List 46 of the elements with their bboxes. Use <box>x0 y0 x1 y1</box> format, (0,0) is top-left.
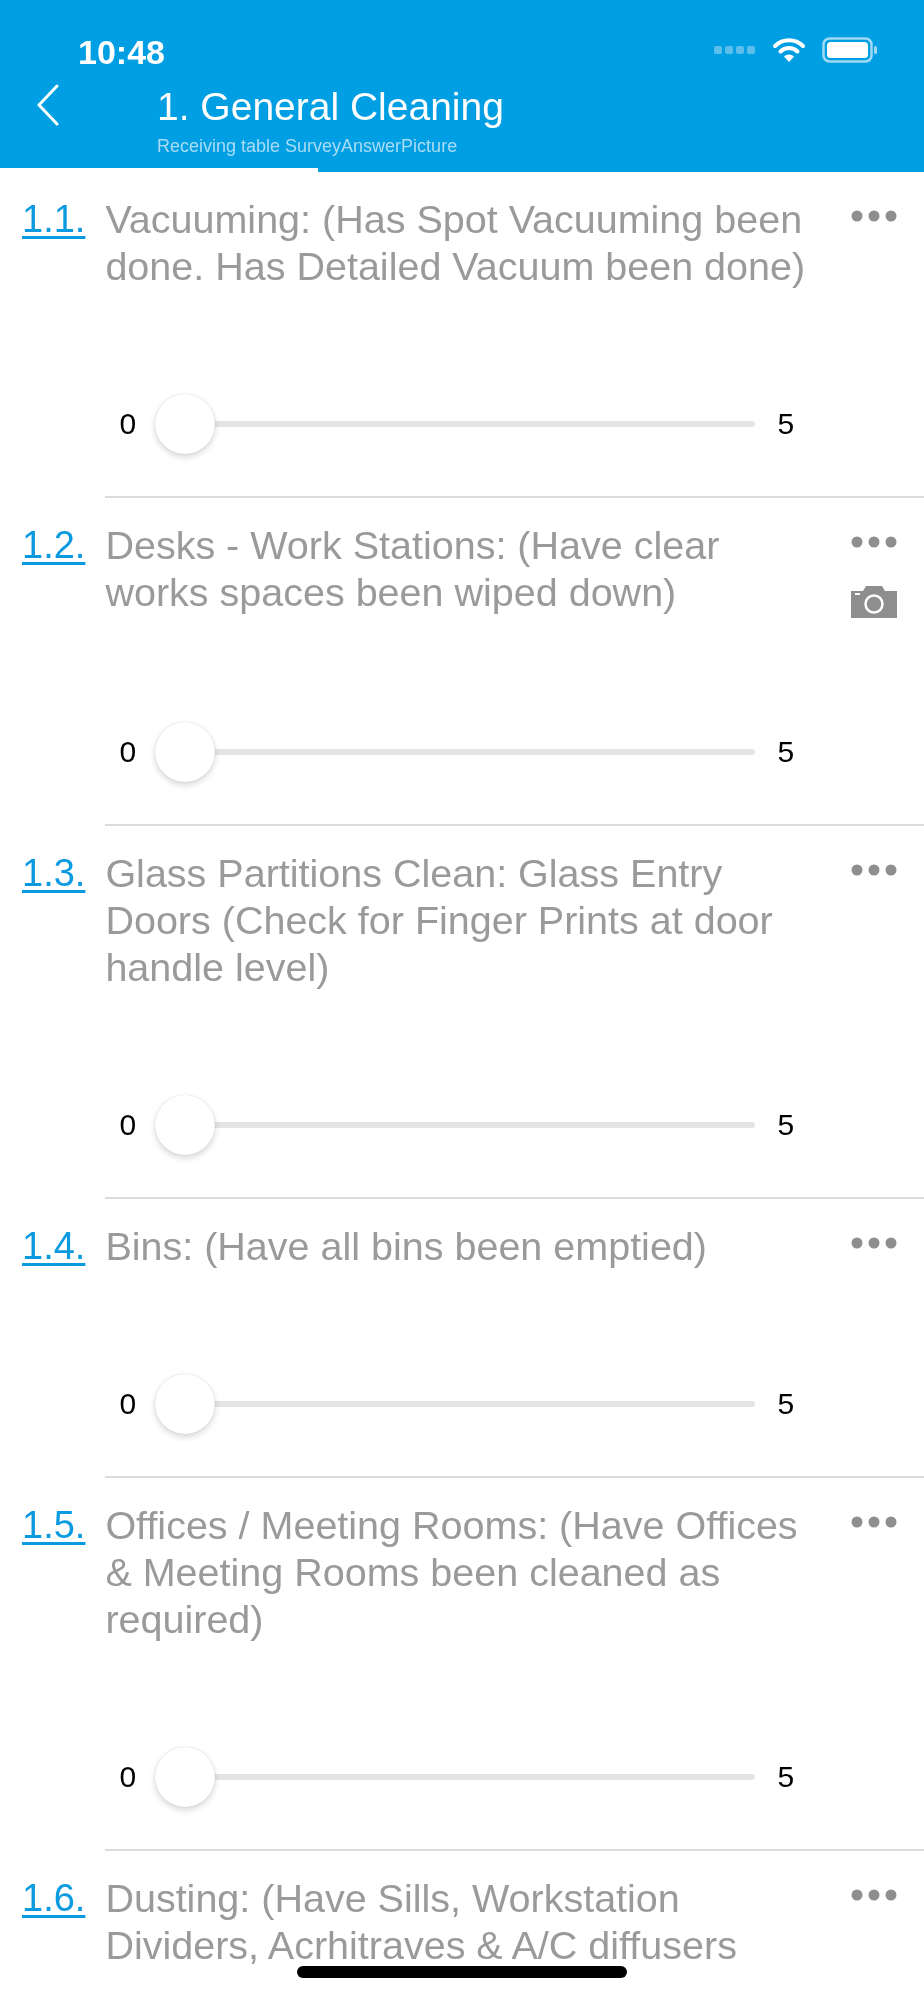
slider-thumb[interactable] <box>155 722 216 782</box>
question-number-link[interactable]: 1.5. <box>22 1502 86 1549</box>
wifi-icon <box>772 37 806 63</box>
slider-min-label: 0 <box>119 735 138 769</box>
screen-subtitle: Receiving table SurveyAnswerPicture <box>157 136 459 157</box>
question-text: Vacuuming: (Has Spot Vacuuming been done. Has Detailed Vacuum been done) <box>105 196 807 290</box>
slider-thumb[interactable] <box>155 1095 216 1155</box>
slider-min-label: 0 <box>119 1387 138 1421</box>
question-text: Desks - Work Stations: (Have clear works spaces been wiped down) <box>105 522 721 616</box>
question-number-link[interactable]: 1.1. <box>22 196 86 243</box>
rating-slider[interactable] <box>155 392 756 456</box>
rating-slider[interactable] <box>155 720 756 784</box>
slider-min-label: 0 <box>119 407 138 441</box>
slider-max-label: 5 <box>777 1760 795 1794</box>
slider-max-label: 5 <box>777 1108 795 1142</box>
slider-max-label: 5 <box>777 1387 795 1421</box>
question-number-link[interactable]: 1.3. <box>22 850 86 897</box>
question-text: Offices / Meeting Rooms: (Have Offices & Meeting Rooms been cleaned as required) <box>105 1502 799 1643</box>
question-text: Bins: (Have all bins been emptied) <box>105 1223 708 1270</box>
more-icon[interactable] <box>851 536 897 548</box>
question-number-link[interactable]: 1.6. <box>22 1875 86 1922</box>
slider-thumb[interactable] <box>155 1374 216 1434</box>
question-number-link[interactable]: 1.2. <box>22 522 86 569</box>
rating-slider[interactable] <box>155 1745 756 1809</box>
rating-slider[interactable] <box>155 1372 756 1436</box>
slider-thumb[interactable] <box>155 1747 216 1807</box>
question-number-link[interactable]: 1.4. <box>22 1223 86 1270</box>
more-icon[interactable] <box>851 1516 897 1528</box>
slider-max-label: 5 <box>777 735 795 769</box>
slider-max-label: 5 <box>777 407 795 441</box>
slider-min-label: 0 <box>119 1108 138 1142</box>
battery-icon <box>822 37 878 63</box>
more-icon[interactable] <box>851 1237 897 1249</box>
question-text: Dusting: (Have Sills, Workstation Dividers, Acrhitraves & A/C diffusers <box>105 1875 738 1969</box>
back-icon[interactable] <box>36 84 60 126</box>
more-icon[interactable] <box>851 210 897 222</box>
rating-slider[interactable] <box>155 1093 756 1157</box>
slider-min-label: 0 <box>119 1760 138 1794</box>
more-icon[interactable] <box>851 864 897 876</box>
screen-title: 1. General Cleaning <box>157 84 504 130</box>
more-icon[interactable] <box>851 1889 897 1901</box>
slider-thumb[interactable] <box>155 394 216 454</box>
signal-icon <box>714 45 756 55</box>
camera-icon[interactable] <box>851 586 897 618</box>
clock-time: 10:48 <box>78 31 166 72</box>
question-text: Glass Partitions Clean: Glass Entry Doors (Check for Finger Prints at door handle level) <box>105 850 774 991</box>
